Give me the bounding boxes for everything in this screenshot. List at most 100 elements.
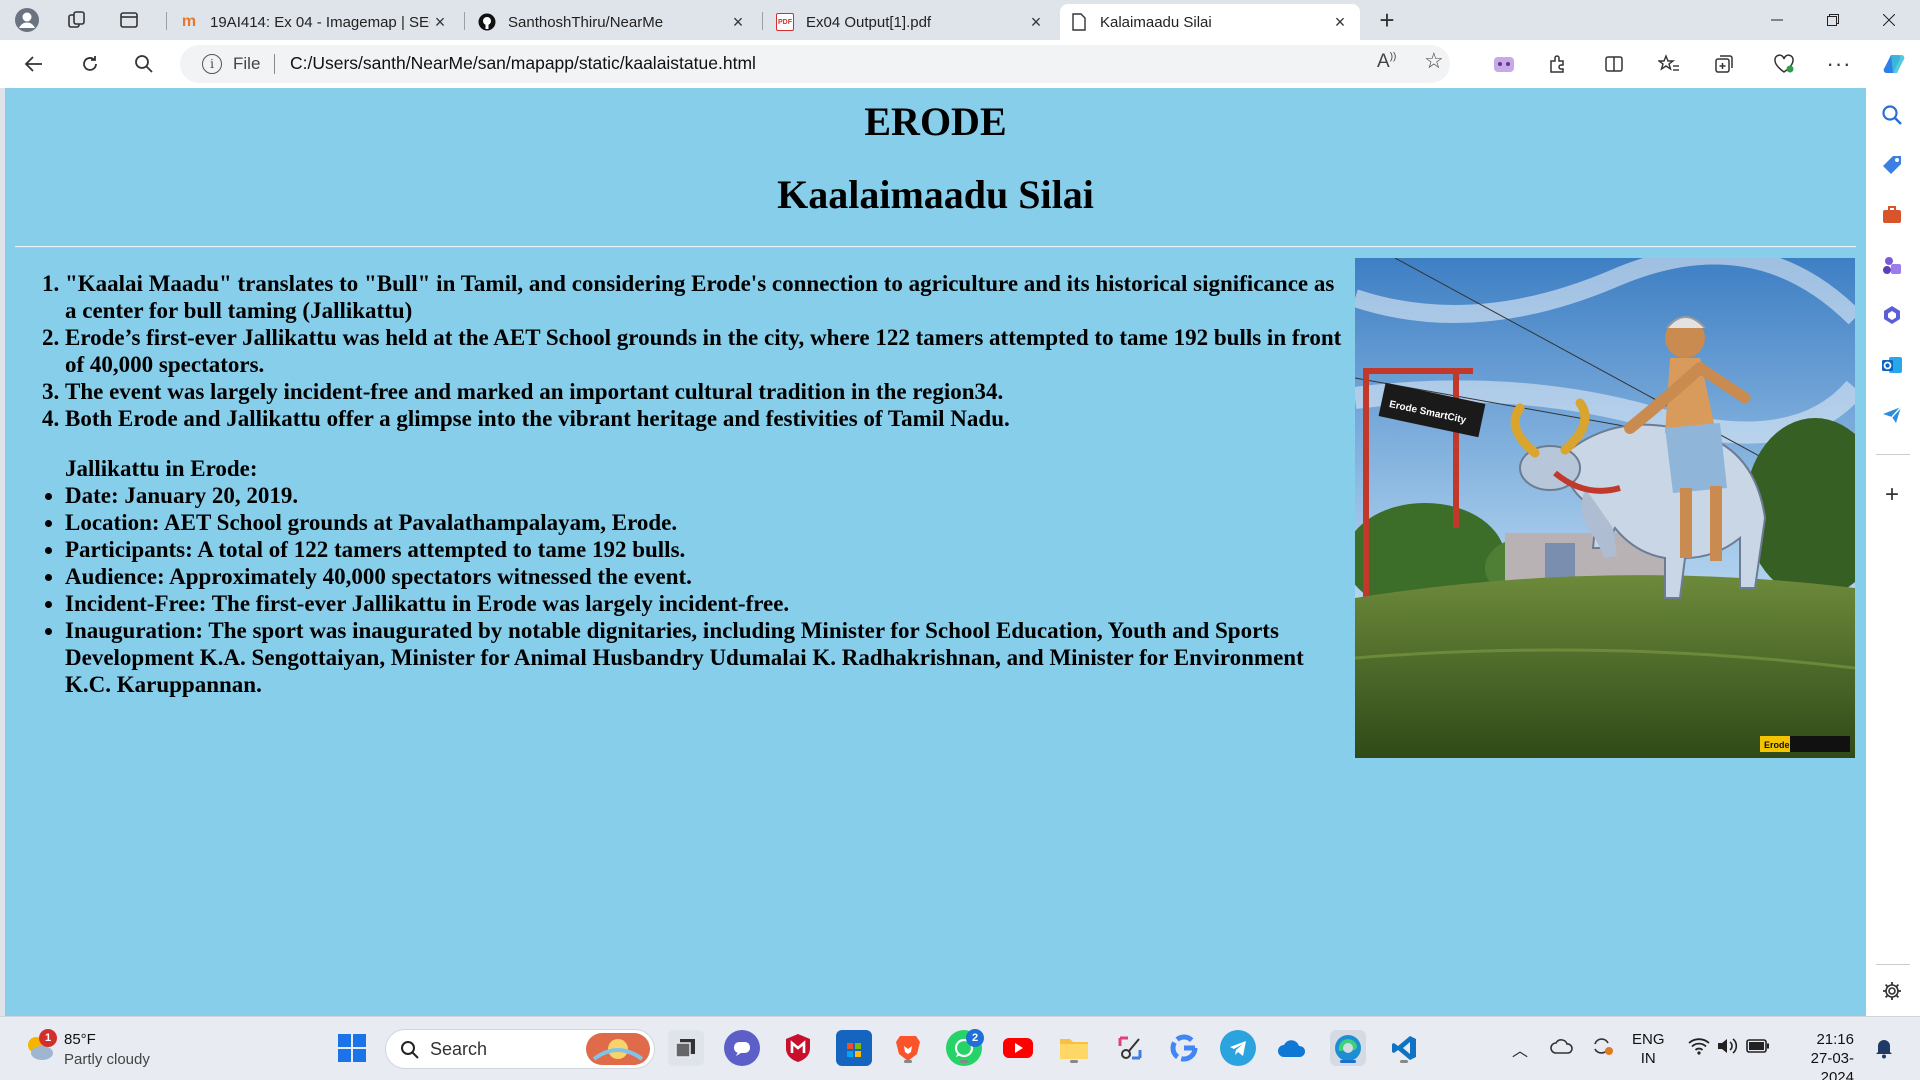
volume-icon[interactable]	[1716, 1037, 1738, 1060]
vscode-icon[interactable]	[1386, 1030, 1422, 1066]
close-icon[interactable]: ×	[728, 12, 748, 33]
settings-gear-icon[interactable]	[1879, 978, 1905, 1004]
list-item: Audience: Approximately 40,000 spectator…	[65, 563, 1345, 590]
mcafee-icon[interactable]	[780, 1030, 816, 1066]
tab-imagemap[interactable]: m 19AI414: Ex 04 - Imagemap | SEC ×	[170, 4, 460, 40]
task-view-icon[interactable]	[668, 1030, 704, 1066]
restore-icon[interactable]	[1806, 0, 1860, 40]
windows-taskbar: 1 85°F Partly cloudy Search 2 ︿ ENG IN 2…	[0, 1016, 1920, 1080]
web-page: ERODE Kaalaimaadu Silai "Kaalai Maadu" t…	[5, 88, 1866, 1016]
language-line-1: ENG	[1632, 1031, 1665, 1048]
list-item: "Kaalai Maadu" translates to "Bull" in T…	[65, 270, 1345, 324]
workspaces-icon[interactable]	[62, 5, 92, 35]
tab-github[interactable]: SanthoshThiru/NearMe ×	[468, 4, 758, 40]
tab-actions-icon[interactable]	[114, 5, 144, 35]
details-list: Date: January 20, 2019. Location: AET Sc…	[65, 482, 1345, 698]
clock-time: 21:16	[1816, 1031, 1854, 1048]
microsoft-365-icon[interactable]	[1879, 302, 1905, 328]
collections-icon[interactable]	[1708, 48, 1740, 80]
github-icon	[478, 13, 496, 31]
taskbar-search-input[interactable]: Search	[385, 1029, 655, 1069]
page-heading-city: ERODE	[864, 99, 1007, 144]
tab-separator	[166, 12, 167, 30]
tab-separator	[464, 12, 465, 30]
onedrive-icon[interactable]	[1274, 1030, 1310, 1066]
running-indicator	[1070, 1060, 1078, 1063]
wifi-icon[interactable]	[1688, 1037, 1710, 1060]
sidebar-search-icon[interactable]	[1879, 102, 1905, 128]
battery-icon[interactable]	[1746, 1039, 1770, 1058]
read-aloud-icon[interactable]: A))	[1377, 51, 1396, 73]
notification-bell-icon[interactable]	[1874, 1037, 1894, 1064]
telegram-icon[interactable]	[1220, 1030, 1256, 1066]
weather-temp[interactable]: 85°F	[64, 1030, 96, 1049]
send-icon[interactable]	[1879, 402, 1905, 428]
file-explorer-icon[interactable]	[1056, 1030, 1092, 1066]
google-icon[interactable]	[1166, 1030, 1202, 1066]
copilot-face-icon[interactable]	[1488, 48, 1520, 80]
navigation-bar: i File C:/Users/santh/NearMe/san/mapapp/…	[0, 40, 1920, 88]
youtube-icon[interactable]	[1000, 1030, 1036, 1066]
update-sync-icon[interactable]	[1590, 1035, 1614, 1062]
close-icon[interactable]: ×	[430, 12, 450, 33]
close-icon[interactable]: ×	[1330, 12, 1350, 33]
brave-browser-icon[interactable]	[890, 1030, 926, 1066]
bull-statue-image: Erode SmartCity Erode SmartCity	[1355, 258, 1855, 758]
microsoft-store-icon[interactable]	[836, 1030, 872, 1066]
add-sidebar-app-icon[interactable]: +	[1879, 481, 1905, 508]
teams-chat-icon[interactable]	[724, 1030, 760, 1066]
watermark-text: Erode SmartCity	[1764, 740, 1835, 750]
favorite-star-icon[interactable]: ☆	[1424, 48, 1444, 74]
outlook-icon[interactable]	[1879, 352, 1905, 378]
list-item: Erode’s first-ever Jallikattu was held a…	[65, 324, 1345, 378]
edge-sidebar: +	[1866, 88, 1920, 1016]
url-text[interactable]: C:/Users/santh/NearMe/san/mapapp/static/…	[290, 53, 756, 74]
page-heading-title: Kaalaimaadu Silai	[777, 172, 1094, 217]
sidebar-divider	[1876, 454, 1910, 455]
close-icon[interactable]: ×	[1026, 12, 1046, 33]
search-highlight-icon	[586, 1033, 650, 1065]
list-item: Participants: A total of 122 tamers atte…	[65, 536, 1345, 563]
scheme-label: File	[233, 54, 261, 73]
tab-kalaimaadu-silai[interactable]: Kalaimaadu Silai ×	[1060, 4, 1360, 40]
search-icon[interactable]	[128, 48, 160, 80]
search-label: Search	[430, 1039, 488, 1059]
running-indicator	[1400, 1060, 1408, 1063]
close-window-icon[interactable]	[1862, 0, 1916, 40]
start-windows-icon[interactable]	[334, 1030, 370, 1066]
jallikattu-subheading: Jallikattu in Erode:	[65, 456, 258, 481]
browser-essentials-icon[interactable]	[1768, 48, 1800, 80]
minimize-icon[interactable]	[1750, 0, 1804, 40]
language-indicator[interactable]: ENG IN	[1632, 1030, 1665, 1068]
profile-icon[interactable]	[12, 5, 42, 35]
extensions-icon[interactable]	[1542, 48, 1574, 80]
cloud-sync-icon[interactable]	[1550, 1037, 1574, 1060]
refresh-icon[interactable]	[74, 48, 106, 80]
clock-date: 27-03-2024	[1810, 1050, 1854, 1080]
snipping-tool-icon[interactable]	[1112, 1030, 1148, 1066]
favorites-icon[interactable]	[1653, 48, 1685, 80]
copilot-icon[interactable]	[1878, 48, 1910, 80]
address-separator	[274, 54, 275, 74]
language-line-2: IN	[1640, 1050, 1656, 1067]
edge-browser-icon[interactable]	[1330, 1030, 1366, 1066]
info-icon[interactable]: i	[202, 54, 222, 74]
search-icon	[401, 1041, 419, 1059]
games-icon[interactable]	[1879, 252, 1905, 278]
clock[interactable]: 21:16 27-03-2024	[1784, 1030, 1854, 1080]
list-item: Both Erode and Jallikattu offer a glimps…	[65, 405, 1345, 432]
tab-pdf[interactable]: PDF Ex04 Output[1].pdf ×	[766, 4, 1056, 40]
address-bar[interactable]: i File C:/Users/santh/NearMe/san/mapapp/…	[180, 45, 1450, 83]
shopping-tag-icon[interactable]	[1879, 152, 1905, 178]
chevron-up-icon[interactable]: ︿	[1512, 1037, 1528, 1061]
weather-condition[interactable]: Partly cloudy	[64, 1050, 150, 1069]
pdf-icon: PDF	[776, 13, 794, 31]
tools-briefcase-icon[interactable]	[1879, 202, 1905, 228]
new-tab-icon[interactable]: +	[1372, 5, 1402, 35]
more-options-icon[interactable]: ···	[1823, 48, 1855, 80]
split-screen-icon[interactable]	[1598, 48, 1630, 80]
weather-badge: 1	[39, 1029, 57, 1047]
back-arrow-icon[interactable]	[18, 48, 50, 80]
running-indicator	[1340, 1060, 1356, 1063]
list-item: Incident-Free: The first-ever Jallikattu…	[65, 590, 1345, 617]
